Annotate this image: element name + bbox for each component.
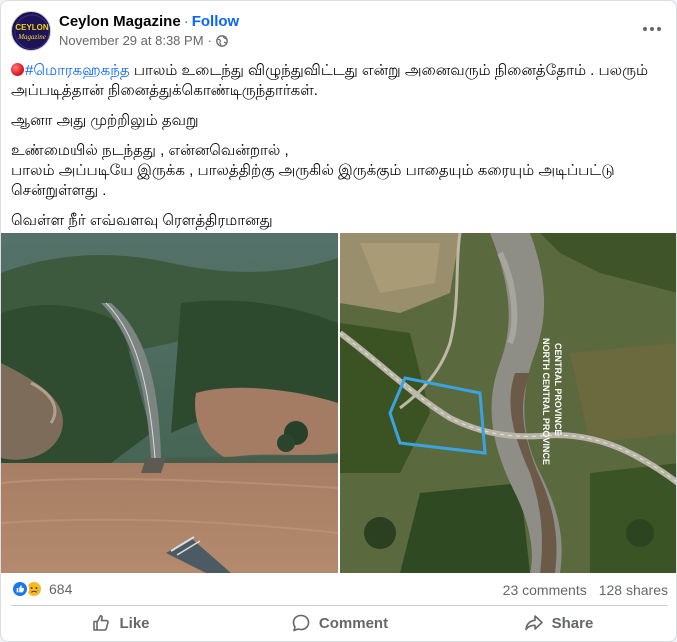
aerial-flood-photo[interactable]: [1, 233, 338, 573]
post-meta: November 29 at 8:38 PM ·: [59, 33, 228, 48]
more-options-icon[interactable]: [640, 19, 664, 39]
reaction-count: 684: [49, 581, 73, 597]
map-label-central: CENTRAL PROVINCE: [553, 343, 563, 435]
post-paragraph-5: வெள்ள நீர் எவ்வளவு ரௌத்திரமானது: [11, 212, 273, 229]
comment-icon: [292, 614, 310, 632]
post-paragraph-4: பாலம் அப்படியே இருக்க , பாலத்திற்கு அருக…: [11, 162, 615, 199]
avatar-text-bottom: Magazine: [17, 33, 46, 41]
hashtag-link[interactable]: #மொரகஹகந்த: [25, 62, 130, 79]
follow-button[interactable]: Follow: [192, 13, 240, 30]
post-header: CEYLON Magazine Ceylon Magazine · Follow N…: [11, 11, 668, 55]
name-separator: ·: [183, 13, 189, 30]
meta-separator: ·: [207, 33, 212, 48]
comment-button[interactable]: Comment: [230, 607, 449, 639]
action-bar: Like Comment Share: [11, 607, 668, 639]
comments-count[interactable]: 23 comments: [503, 582, 587, 598]
share-icon: [524, 615, 543, 631]
reactions-summary[interactable]: 684: [11, 580, 72, 598]
globe-icon[interactable]: [216, 34, 228, 47]
like-icon: [11, 580, 29, 598]
comment-label: Comment: [318, 614, 389, 632]
post-text: #மொரகஹகந்த பாலம் உடைந்து விழுந்துவிட்டது…: [11, 61, 668, 241]
satellite-bridge-photo[interactable]: CENTRAL PROVINCE NORTH CENTRAL PROVINCE: [340, 233, 676, 573]
engagement-counts: 23 comments 128 shares: [503, 582, 668, 598]
photo-grid: CENTRAL PROVINCE NORTH CENTRAL PROVINCE: [1, 233, 676, 573]
like-label: Like: [119, 614, 150, 632]
post-card: CEYLON Magazine Ceylon Magazine · Follow N…: [0, 0, 677, 642]
map-label-north-central: NORTH CENTRAL PROVINCE: [541, 338, 551, 465]
like-button[interactable]: Like: [11, 607, 230, 639]
divider: [11, 605, 668, 606]
post-paragraph-2: ஆனா அது முற்றிலும் தவறு: [11, 112, 199, 129]
post-stats: 684 23 comments 128 shares: [11, 579, 668, 601]
post-timestamp[interactable]: November 29 at 8:38 PM: [59, 33, 204, 48]
thumbs-up-icon: [93, 615, 110, 631]
share-button[interactable]: Share: [449, 607, 668, 639]
post-paragraph-1: #மொரகஹகந்த பாலம் உடைந்து விழுந்துவிட்டது…: [11, 61, 668, 101]
share-label: Share: [551, 614, 594, 632]
page-name[interactable]: Ceylon Magazine: [59, 13, 181, 30]
avatar[interactable]: CEYLON Magazine: [11, 11, 51, 51]
name-line: Ceylon Magazine · Follow: [59, 13, 239, 30]
avatar-text-top: CEYLON: [15, 23, 49, 32]
post-paragraph-3: உண்மையில் நடந்தது , என்னவென்றால் ,: [11, 142, 289, 159]
shares-count[interactable]: 128 shares: [599, 582, 668, 598]
red-circle-icon: [11, 63, 24, 76]
